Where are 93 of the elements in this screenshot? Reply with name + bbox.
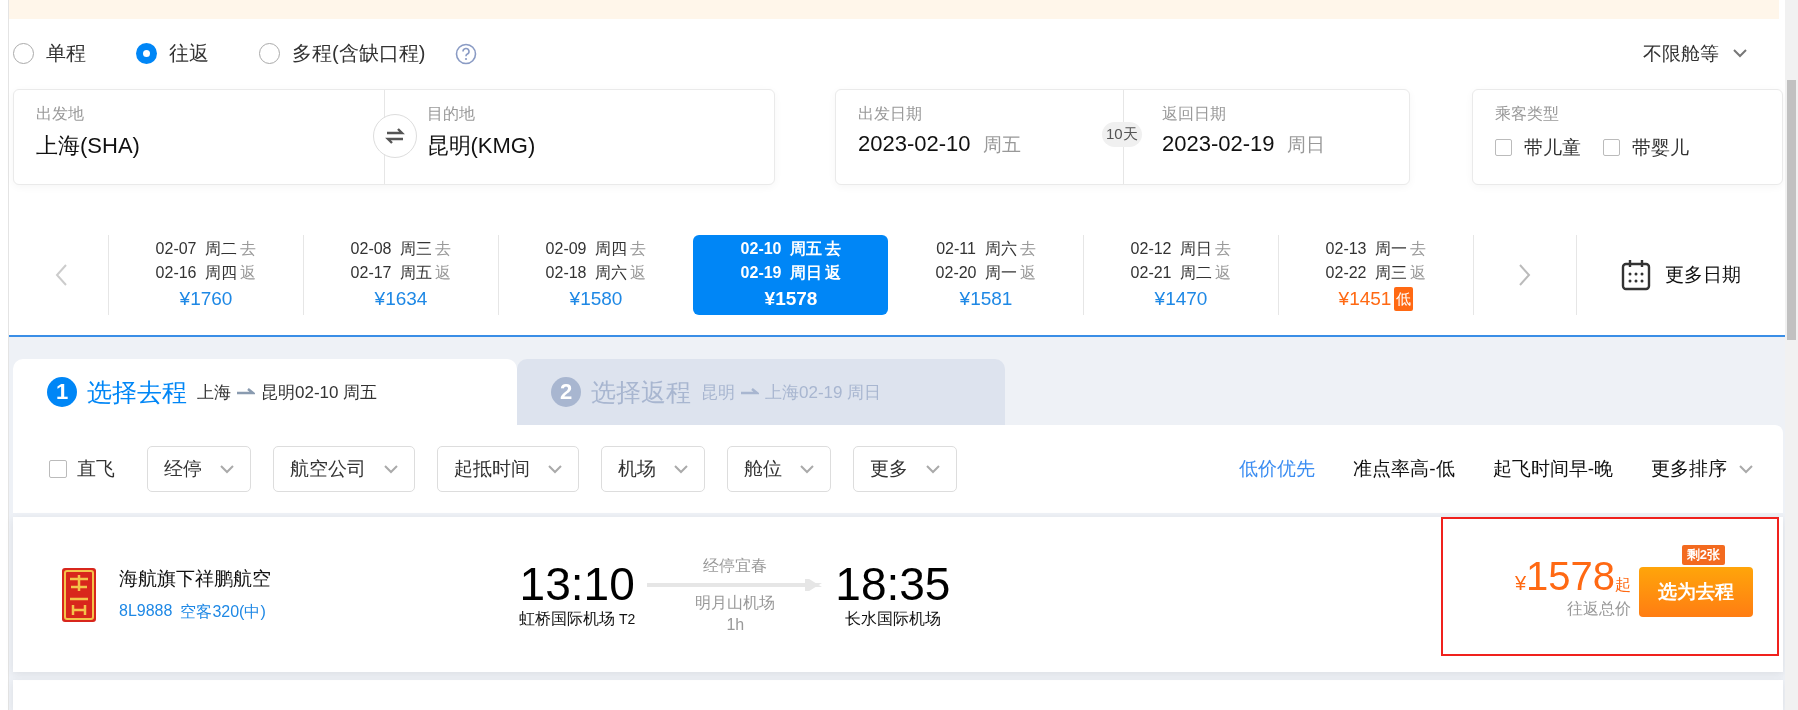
- filter-dropdown[interactable]: 更多: [853, 446, 957, 492]
- price: ¥1580: [569, 287, 623, 312]
- route-from: 上海: [197, 381, 231, 404]
- direct-flight-checkbox[interactable]: 直飞: [49, 456, 115, 482]
- departure-city-field[interactable]: 上海(SHA): [36, 130, 140, 161]
- date-price-option[interactable]: 02-11 周六 去 02-20 周一 返 ¥1581: [888, 234, 1083, 315]
- chevron-left-icon[interactable]: [54, 263, 67, 286]
- more-dates-button[interactable]: 更多日期: [1577, 234, 1785, 315]
- aircraft-type[interactable]: 空客320(中): [180, 602, 266, 623]
- step-number: 2: [551, 377, 581, 407]
- flight-arrow-icon: [647, 578, 824, 591]
- chevron-down-icon: [384, 464, 398, 474]
- return-date: 02-18 周六 返: [545, 263, 647, 284]
- return-date: 02-22 周三 返: [1325, 263, 1427, 284]
- airline-logo: [61, 566, 97, 623]
- flight-card[interactable]: [13, 680, 1783, 710]
- scrollbar[interactable]: [1785, 0, 1798, 710]
- destination-city-field[interactable]: 昆明(KMG): [426, 130, 536, 161]
- chevron-down-icon: [548, 464, 562, 474]
- cabin-class-dropdown[interactable]: 不限舱等: [1637, 39, 1753, 68]
- date-price-option[interactable]: 02-13 周一 去 02-22 周三 返 ¥1451 低: [1278, 234, 1473, 315]
- filter-dropdown[interactable]: 起抵时间: [437, 446, 579, 492]
- departure-date-field[interactable]: 2023-02-10 周五: [858, 130, 1021, 158]
- date-price-option[interactable]: 02-12 周日 去 02-21 周二 返 ¥1470: [1083, 234, 1278, 315]
- trip-type-radio[interactable]: 多程(含缺口程): [259, 40, 426, 68]
- price: ¥1760: [179, 287, 233, 312]
- sort-menu[interactable]: 更多排序: [1651, 456, 1753, 482]
- trip-duration-badge: 10天: [1102, 121, 1142, 147]
- departure-date: 02-07 周二 去: [155, 239, 257, 260]
- filter-dropdown[interactable]: 舱位: [727, 446, 831, 492]
- trip-type-radio[interactable]: 往返: [136, 40, 209, 68]
- help-icon[interactable]: [455, 42, 478, 65]
- chevron-down-icon: [674, 464, 688, 474]
- seats-left-badge: 剩2张: [1681, 544, 1725, 565]
- return-date: 02-21 周二 返: [1130, 263, 1232, 284]
- return-date: 02-20 周一 返: [935, 263, 1037, 284]
- swap-arrows-icon: [385, 127, 405, 144]
- flight-number[interactable]: 8L9888: [119, 602, 173, 623]
- chevron-down-icon: [926, 464, 940, 474]
- departure-date: 02-08 周三 去: [350, 239, 452, 260]
- passenger-checkbox[interactable]: 带儿童: [1495, 134, 1581, 161]
- price-note: 往返总价: [1567, 598, 1631, 619]
- filter-dropdown[interactable]: 航空公司: [273, 446, 415, 492]
- chevron-right-icon[interactable]: [1519, 263, 1531, 286]
- field-label: 出发地: [36, 103, 84, 124]
- field-label: 目的地: [426, 103, 475, 124]
- stopover-airport: 明月山机场: [695, 592, 776, 613]
- chevron-down-icon: [800, 464, 814, 474]
- price: ¥1634: [374, 287, 428, 312]
- departure-time: 13:10: [519, 559, 635, 609]
- departure-date: 02-11 周六 去: [936, 239, 1036, 260]
- price: ¥1578: [764, 287, 818, 312]
- field-label: 乘客类型: [1495, 103, 1560, 124]
- flight-card[interactable]: 海航旗下祥鹏航空 8L9888 空客320(中) 13:10 虹桥国际机场 T2 经停宜春 明月山机场 1h 18:35 长水国际机场 ¥1578起 往返总价 剩2张 选为去程: [13, 517, 1783, 672]
- route-to-date: 昆明02-10 周五: [261, 381, 378, 404]
- date-price-option[interactable]: 02-07 周二 去 02-16 周四 返 ¥1760: [108, 234, 303, 315]
- arrival-time: 18:35: [835, 559, 951, 609]
- stopover-duration: 1h: [726, 615, 745, 634]
- chevron-down-icon: [220, 464, 234, 474]
- date-price-option[interactable]: 02-10 周五 去 02-19 周日 返 ¥1578: [693, 234, 888, 315]
- sort-option[interactable]: 准点率高-低: [1353, 456, 1455, 482]
- step-number: 1: [47, 377, 77, 407]
- chevron-down-icon: [1739, 464, 1753, 474]
- airline-name: 海航旗下祥鹏航空: [119, 567, 272, 591]
- return-date: 02-19 周日 返: [740, 263, 842, 284]
- departure-date: 02-10 周五 去: [740, 239, 842, 260]
- terminal: T2: [619, 611, 636, 627]
- departure-date: 02-12 周日 去: [1130, 239, 1232, 260]
- date-price-option[interactable]: 02-08 周三 去 02-17 周五 返 ¥1634: [303, 234, 498, 315]
- calendar-icon: [1621, 258, 1651, 291]
- trip-type-radio[interactable]: 单程: [13, 40, 86, 68]
- step-tab[interactable]: 1 选择去程 上海 昆明02-10 周五: [13, 359, 517, 425]
- filter-dropdown[interactable]: 机场: [601, 446, 705, 492]
- price: ¥1581: [959, 287, 1013, 312]
- field-label: 返回日期: [1162, 103, 1226, 124]
- stopover-label: 经停宜春: [703, 555, 768, 576]
- swap-button[interactable]: [373, 113, 417, 158]
- return-date-field[interactable]: 2023-02-19 周日: [1162, 130, 1325, 158]
- sort-option[interactable]: 起飞时间早-晚: [1492, 456, 1613, 482]
- departure-date: 02-09 周四 去: [545, 239, 647, 260]
- departure-airport: 虹桥国际机场: [519, 609, 615, 629]
- return-date: 02-17 周五 返: [350, 263, 452, 284]
- return-date: 02-16 周四 返: [155, 263, 257, 284]
- filter-dropdown[interactable]: 经停: [147, 446, 251, 492]
- price: ¥1470: [1154, 287, 1208, 312]
- departure-date: 02-13 周一 去: [1325, 239, 1427, 260]
- lowest-price-badge: 低: [1394, 286, 1414, 311]
- passenger-checkbox[interactable]: 带婴儿: [1603, 134, 1689, 161]
- arrival-airport: 长水国际机场: [844, 609, 941, 629]
- chevron-down-icon: [1733, 49, 1747, 59]
- price: ¥1578起: [1514, 553, 1631, 599]
- price: ¥1451: [1338, 287, 1392, 312]
- field-label: 出发日期: [858, 103, 922, 124]
